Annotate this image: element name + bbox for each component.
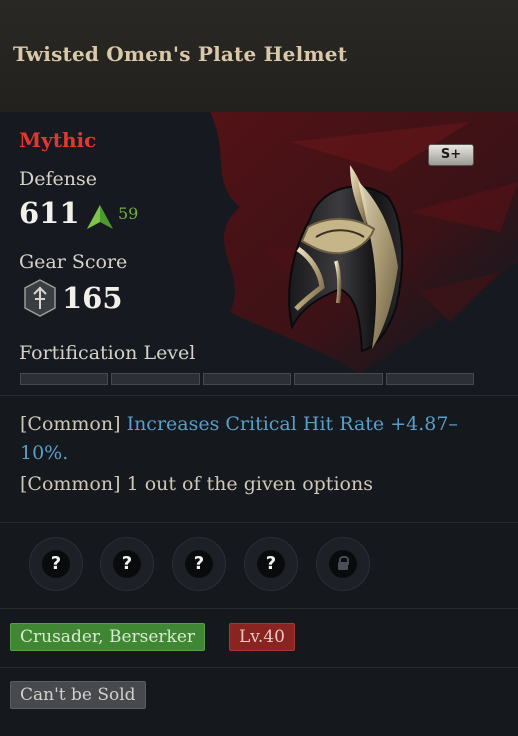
- item-options: [Common] Increases Critical Hit Rate +4.…: [0, 395, 518, 523]
- fortification-segment: [385, 373, 475, 385]
- gem-slot-locked[interactable]: [316, 537, 370, 591]
- gear-score-shield-icon: [24, 279, 56, 317]
- lock-icon: [329, 550, 357, 578]
- defense-label: Defense: [19, 168, 97, 190]
- title-bar: Twisted Omen's Plate Helmet: [0, 0, 518, 113]
- gear-score-label: Gear Score: [19, 251, 128, 273]
- gem-slot[interactable]: ?: [172, 537, 226, 591]
- trade-row: Can't be Sold: [0, 668, 518, 736]
- level-tag: Lv.40: [229, 623, 295, 651]
- option-line: [Common] Increases Critical Hit Rate +4.…: [20, 410, 500, 468]
- requirements-row: Crusader, Berserker Lv.40: [0, 609, 518, 668]
- option-text: 1 out of the given options: [126, 473, 373, 495]
- gem-slot[interactable]: ?: [244, 537, 298, 591]
- item-name: Twisted Omen's Plate Helmet: [13, 42, 348, 66]
- up-arrow-icon: [87, 205, 113, 229]
- helmet-icon: [288, 165, 404, 353]
- item-tooltip: Twisted Omen's Plate Helmet Mythic S+ De…: [0, 0, 518, 736]
- gem-slots: ? ? ? ?: [0, 522, 518, 609]
- option-tag: [Common]: [20, 473, 121, 495]
- grade-badge: S+: [428, 144, 474, 166]
- fortification-segment: [202, 373, 292, 385]
- unknown-gem-icon: ?: [113, 550, 141, 578]
- rarity-label: Mythic: [19, 128, 97, 152]
- class-tag: Crusader, Berserker: [10, 623, 206, 651]
- cant-sell-tag: Can't be Sold: [10, 681, 146, 709]
- unknown-gem-icon: ?: [42, 550, 70, 578]
- gear-score-value: 165: [62, 281, 123, 315]
- fortification-segment: [111, 373, 200, 385]
- fortification-segment: [294, 373, 383, 385]
- unknown-gem-icon: ?: [257, 550, 285, 578]
- unknown-gem-icon: ?: [185, 550, 213, 578]
- option-line: [Common] 1 out of the given options: [20, 470, 500, 499]
- defense-diff: 59: [118, 204, 139, 223]
- option-tag: [Common]: [20, 413, 121, 435]
- fortification-segment: [20, 373, 109, 385]
- fortification-label: Fortification Level: [19, 342, 196, 364]
- item-summary: Mythic S+ Defense 611 59 Gear Score 165 …: [0, 112, 518, 394]
- gem-slot[interactable]: ?: [29, 537, 83, 591]
- gem-slot[interactable]: ?: [100, 537, 154, 591]
- fortification-bar: [20, 373, 475, 385]
- defense-value: 611: [19, 196, 80, 230]
